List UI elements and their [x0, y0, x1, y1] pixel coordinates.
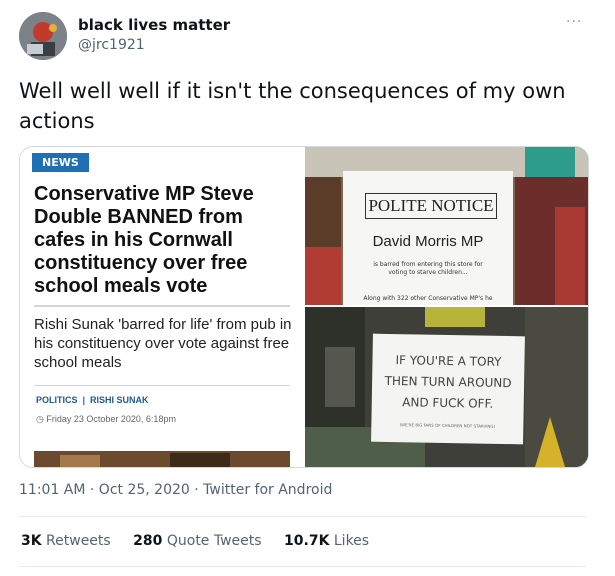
tory-notice-sign: IF YOU'RE A TORY THEN TURN AROUND AND FU… — [371, 333, 525, 445]
notice-name: David Morris MP — [372, 233, 484, 250]
tweet-text: Well well well if it isn't the consequen… — [19, 79, 566, 133]
notice-small-print: (WE'RE BIG FANS OF CHILDREN NOT STARVING… — [399, 422, 496, 429]
user-handle[interactable]: @jrc1921 — [78, 37, 145, 53]
article-date-text: Friday 23 October 2020, 6:18pm — [46, 414, 176, 424]
notice-title: POLITE NOTICE — [365, 193, 497, 219]
news-badge: NEWS — [32, 153, 89, 172]
notice-line-1: IF YOU'RE A TORY — [395, 353, 502, 369]
divider — [19, 566, 587, 567]
divider — [19, 516, 587, 517]
notice-footer: Along with 322 other Conservative MP's h… — [363, 295, 493, 302]
polite-notice-sign: POLITE NOTICE David Morris MP is barred … — [343, 171, 513, 305]
quote-tweets-count: 280 — [133, 533, 163, 549]
user-name[interactable]: black lives matter — [78, 16, 230, 34]
notice-photo-1[interactable]: POLITE NOTICE David Morris MP is barred … — [305, 147, 588, 305]
notice-line-3: AND FUCK OFF. — [402, 395, 494, 411]
notice-photo-2[interactable]: IF YOU'RE A TORY THEN TURN AROUND AND FU… — [305, 307, 588, 467]
article-tags: POLITICS | RISHI SUNAK — [36, 395, 149, 405]
tweet-stats: 3K Retweets 280 Quote Tweets 10.7K Likes — [21, 533, 387, 549]
tag-politics: POLITICS — [36, 395, 78, 405]
divider — [34, 385, 290, 386]
tweet: black lives matter @jrc1921 ··· Well wel… — [0, 0, 615, 576]
retweets-label: Retweets — [46, 533, 111, 549]
avatar[interactable] — [19, 12, 67, 60]
retweets-stat[interactable]: 3K Retweets — [21, 533, 111, 549]
article-subheadline: Rishi Sunak 'barred for life' from pub i… — [34, 316, 292, 371]
likes-label: Likes — [333, 533, 370, 549]
article-image[interactable]: NEWS Conservative MP Steve Double BANNED… — [20, 147, 304, 467]
likes-stat[interactable]: 10.7K Likes — [284, 533, 369, 549]
divider — [34, 305, 290, 307]
quote-tweets-stat[interactable]: 280 Quote Tweets — [133, 533, 261, 549]
notice-message: IF YOU'RE A TORY THEN TURN AROUND AND FU… — [372, 350, 525, 416]
photo-strip-detail — [170, 453, 230, 467]
tag-rishi-sunak: RISHI SUNAK — [90, 395, 149, 405]
article-date: ◷ Friday 23 October 2020, 6:18pm — [36, 414, 176, 425]
quote-tweets-label: Quote Tweets — [166, 533, 262, 549]
article-headline: Conservative MP Steve Double BANNED from… — [34, 183, 254, 297]
notice-body: is barred from entering this store for v… — [373, 261, 483, 276]
more-options-icon[interactable]: ··· — [566, 14, 582, 30]
notice-line-2: THEN TURN AROUND — [384, 373, 512, 391]
photo-strip-detail — [60, 455, 100, 467]
tweet-timestamp[interactable]: 11:01 AM · Oct 25, 2020 · Twitter for An… — [19, 482, 332, 498]
avatar-photo-icon — [19, 12, 67, 60]
retweets-count: 3K — [21, 533, 42, 549]
likes-count: 10.7K — [284, 533, 330, 549]
clock-icon: ◷ — [36, 414, 44, 424]
tweet-media[interactable]: NEWS Conservative MP Steve Double BANNED… — [19, 146, 589, 468]
